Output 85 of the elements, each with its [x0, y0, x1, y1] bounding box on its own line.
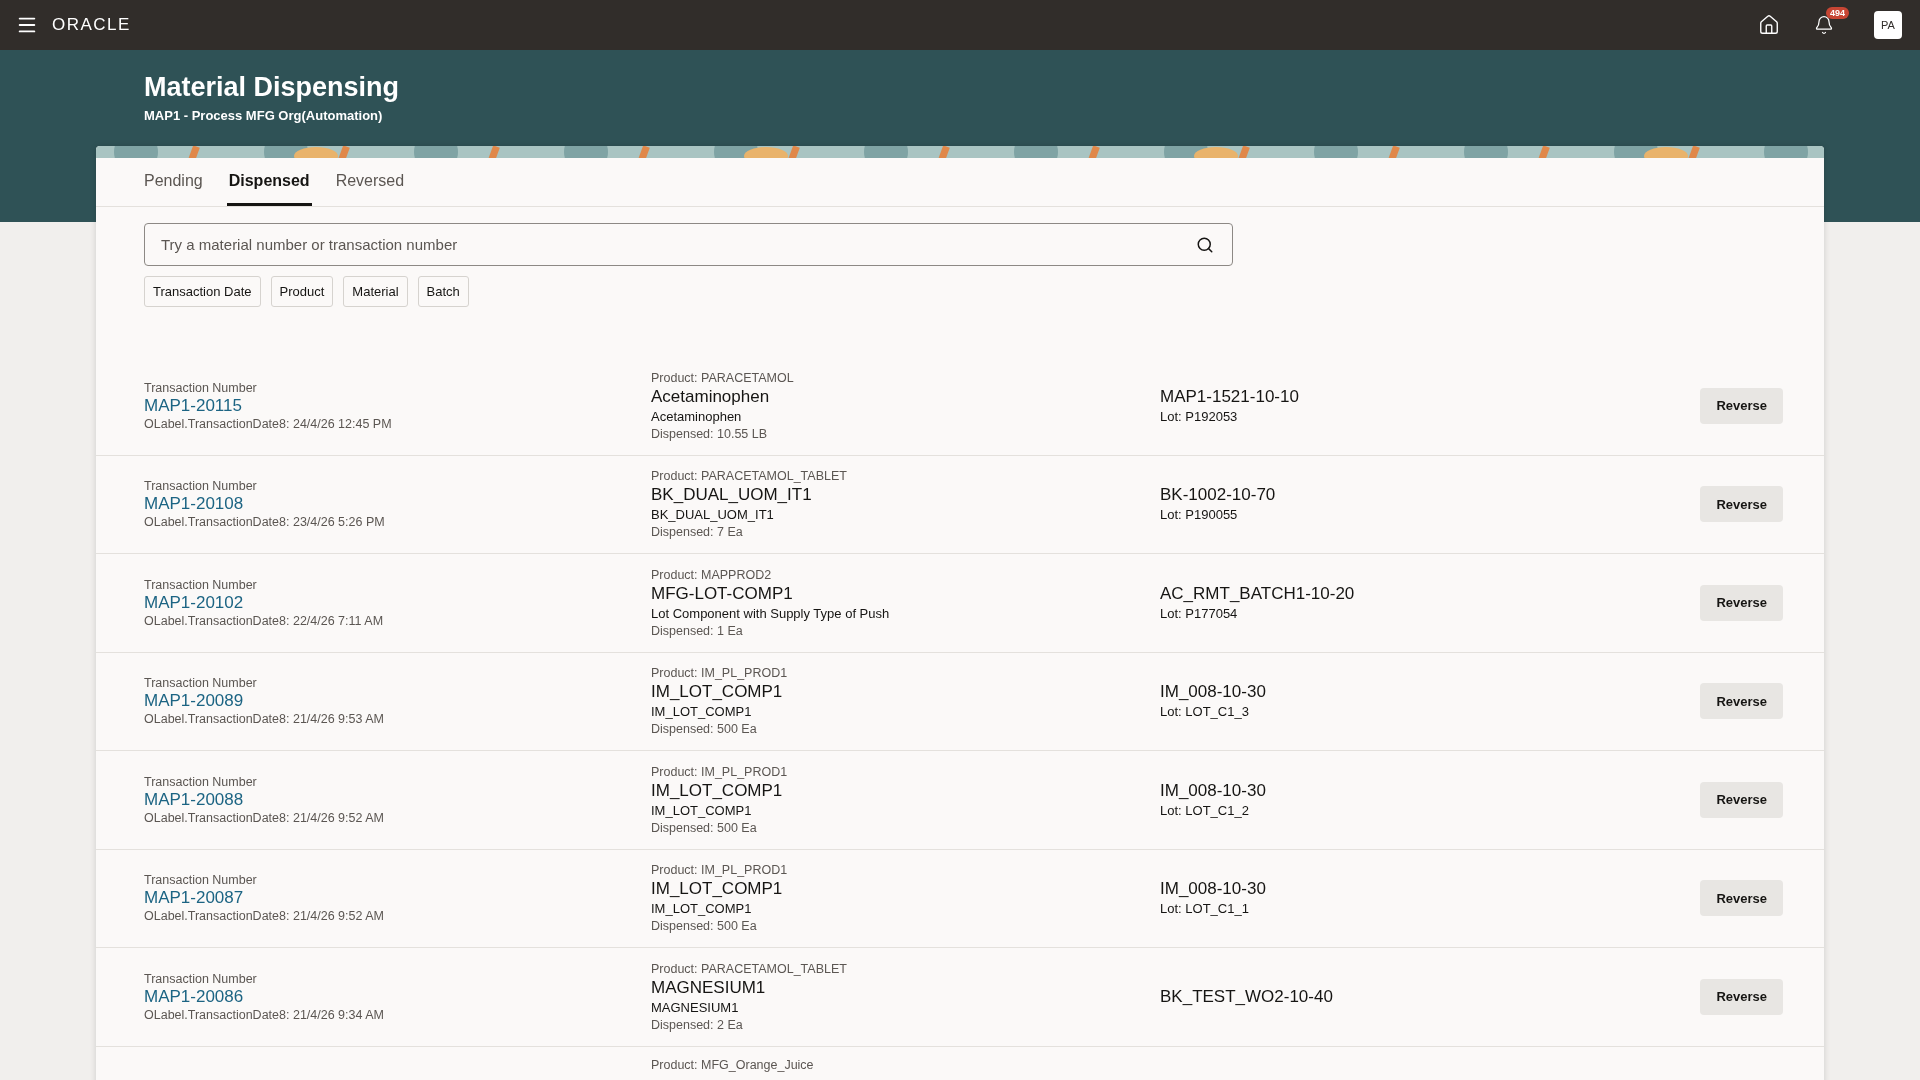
field-label: Transaction Number — [144, 970, 257, 987]
field-label: Transaction Number — [144, 675, 257, 692]
lot-number: Lot: P177054 — [1160, 604, 1238, 623]
transaction-link[interactable]: MAP1-20086 — [144, 986, 244, 1007]
filter-chip[interactable]: Material — [343, 276, 408, 307]
dispensed-quantity: Dispensed: 7 Ea — [651, 524, 743, 541]
material-description: IM_LOT_COMP1 — [651, 801, 752, 820]
lot-number: Lot: LOT_C1_3 — [1160, 703, 1249, 722]
tab[interactable]: Pending — [142, 158, 205, 206]
transaction-link[interactable]: MAP1-20087 — [144, 888, 244, 909]
product-label: Product: PARACETAMOL_TABLET — [651, 468, 847, 485]
batch-number: AC_RMT_BATCH1-10-20 — [1160, 582, 1355, 604]
page-title: Material Dispensing — [144, 71, 400, 104]
material-description: BK_DUAL_UOM_IT1 — [651, 506, 774, 525]
batch-number: IM_008-10-30 — [1160, 779, 1266, 801]
transaction-date: OLabel.TransactionDate8: 22/4/26 7:11 AM — [144, 612, 384, 629]
search-icon[interactable] — [1196, 235, 1214, 254]
reverse-button[interactable]: Reverse — [1700, 486, 1783, 523]
product-label: Product: IM_PL_PROD1 — [651, 763, 788, 780]
transaction-date: OLabel.TransactionDate8: 21/4/26 9:53 AM — [144, 711, 384, 728]
transaction-link[interactable]: MAP1-20108 — [144, 494, 244, 515]
transaction-link[interactable]: MAP1-20102 — [144, 592, 244, 613]
lot-number: Lot: LOT_C1_2 — [1160, 801, 1249, 820]
filter-chip[interactable]: Transaction Date — [144, 276, 261, 307]
material-name: IM_LOT_COMP1 — [651, 779, 783, 801]
material-name: BK_DUAL_UOM_IT1 — [651, 484, 812, 506]
product-label: Product: PARACETAMOL_TABLET — [651, 960, 847, 977]
transaction-link[interactable]: MAP1-20089 — [144, 691, 244, 712]
transaction-link[interactable]: MAP1-20088 — [144, 789, 244, 810]
field-label: Transaction Number — [144, 478, 257, 495]
field-label: Transaction Number — [144, 576, 257, 593]
batch-number: BK_TEST_WO2-10-40 — [1160, 986, 1333, 1008]
reverse-button[interactable]: Reverse — [1700, 880, 1783, 917]
field-label: Transaction Number — [144, 773, 257, 790]
dispensed-quantity: Dispensed: 500 Ea — [651, 721, 757, 738]
lot-number: Lot: LOT_C1_1 — [1160, 900, 1249, 919]
material-description: IM_LOT_COMP1 — [651, 703, 752, 722]
transaction-date: OLabel.TransactionDate8: 23/4/26 5:26 PM — [144, 514, 385, 531]
transaction-date: OLabel.TransactionDate8: 21/4/26 9:52 AM — [144, 908, 384, 925]
product-label: Product: MFG_Orange_Juice — [651, 1056, 814, 1073]
lot-number: Lot: P192053 — [1160, 407, 1238, 426]
product-label: Product: IM_PL_PROD1 — [651, 665, 788, 682]
reverse-button[interactable]: Reverse — [1700, 584, 1783, 621]
user-avatar[interactable]: PA — [1874, 11, 1902, 39]
material-name: MAGNESIUM1 — [651, 976, 766, 998]
material-description: Acetaminophen — [651, 407, 742, 426]
tab[interactable]: Dispensed — [226, 158, 312, 206]
dispensed-quantity: Dispensed: 10.55 LB — [651, 425, 768, 442]
tab[interactable]: Reversed — [333, 158, 407, 206]
logo: ORACLE — [52, 15, 131, 35]
material-name: Acetaminophen — [651, 385, 770, 407]
batch-number: IM_008-10-30 — [1160, 681, 1266, 703]
dispensed-quantity: Dispensed: 500 Ea — [651, 819, 757, 836]
transaction-link[interactable]: MAP1-20115 — [144, 395, 242, 416]
material-name: IM_LOT_COMP1 — [651, 878, 783, 900]
batch-number: MAP1-1521-10-10 — [1160, 385, 1299, 407]
product-label: Product: IM_PL_PROD1 — [651, 862, 788, 879]
product-label: Product: MAPPROD2 — [651, 566, 772, 583]
transaction-date: OLabel.TransactionDate8: 21/4/26 9:34 AM — [144, 1006, 384, 1023]
reverse-button[interactable]: Reverse — [1700, 978, 1783, 1015]
material-description: IM_LOT_COMP1 — [651, 900, 752, 919]
material-name: IM_LOT_COMP1 — [651, 681, 783, 703]
product-label: Product: PARACETAMOL — [651, 369, 794, 386]
home-icon[interactable] — [1758, 14, 1780, 36]
filter-chip[interactable]: Batch — [417, 276, 469, 307]
dispensed-quantity: Dispensed: 2 Ea — [651, 1016, 743, 1033]
reverse-button[interactable]: Reverse — [1700, 781, 1783, 818]
dispensed-quantity: Dispensed: 500 Ea — [651, 918, 757, 935]
dispensed-quantity: Dispensed: 1 Ea — [651, 622, 743, 639]
reverse-button[interactable]: Reverse — [1700, 387, 1783, 424]
lot-number: Lot: P190055 — [1160, 506, 1238, 525]
batch-number: IM_008-10-30 — [1160, 878, 1266, 900]
material-name: MFG-LOT-COMP1 — [651, 582, 793, 604]
field-label: Transaction Number — [144, 872, 257, 889]
notification-count: 494 — [1826, 7, 1850, 19]
batch-number: BK-1002-10-70 — [1160, 484, 1276, 506]
transaction-date: OLabel.TransactionDate8: 21/4/26 9:52 AM — [144, 809, 384, 826]
notifications-button[interactable] — [1814, 15, 1834, 35]
transaction-date: OLabel.TransactionDate8: 24/4/26 12:45 PM — [144, 415, 392, 432]
reverse-button[interactable]: Reverse — [1700, 683, 1783, 720]
filter-chip[interactable]: Product — [270, 276, 334, 307]
page-subtitle: MAP1 - Process MFG Org(Automation) — [144, 108, 383, 123]
material-description: MAGNESIUM1 — [651, 998, 739, 1017]
material-description: Lot Component with Supply Type of Push — [651, 604, 890, 623]
field-label: Transaction Number — [144, 379, 257, 396]
